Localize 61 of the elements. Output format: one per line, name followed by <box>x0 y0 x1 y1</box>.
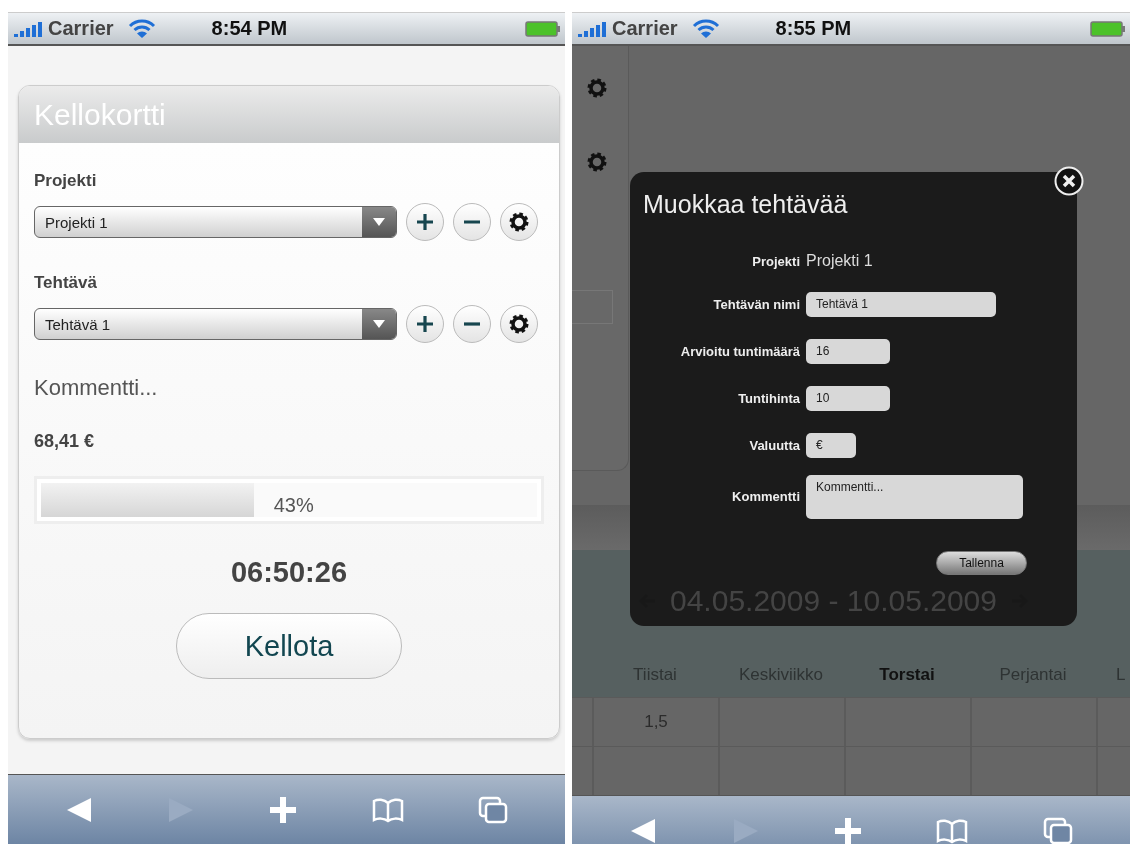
settings-button[interactable] <box>500 305 538 343</box>
pages-icon[interactable] <box>1042 816 1073 844</box>
field-label: Tuntihinta <box>737 391 800 406</box>
field-value: Projekti 1 <box>806 252 873 270</box>
comment-text[interactable]: Kommentti... <box>34 375 559 401</box>
remove-button[interactable] <box>453 305 491 343</box>
book-icon[interactable] <box>936 817 969 844</box>
add-button[interactable] <box>406 305 444 343</box>
input-field[interactable]: 16 <box>806 339 890 364</box>
close-icon[interactable] <box>1054 166 1084 196</box>
table-cell: 1,5 <box>592 698 718 746</box>
back-icon[interactable] <box>65 795 94 824</box>
book-icon[interactable] <box>371 796 404 823</box>
field-label: Tehtävä <box>34 273 98 293</box>
minus-icon <box>463 220 481 224</box>
progress-reading: 43% <box>273 494 314 517</box>
input-field[interactable]: 10 <box>806 386 890 411</box>
column-header: Torstai <box>878 664 936 685</box>
carrier-name: Carrier <box>48 17 114 40</box>
input-field[interactable]: € <box>806 433 856 458</box>
add-icon[interactable] <box>269 795 298 824</box>
plus-icon <box>416 315 434 333</box>
dialog-title: Muokkaa tehtävää <box>643 190 849 219</box>
timer-text: 06:50:26 <box>229 556 349 589</box>
status-time: 8:55 PM <box>775 17 852 40</box>
plus-icon <box>416 213 434 231</box>
field-label: Kommentti <box>731 489 800 504</box>
carrier-name: Carrier <box>612 17 678 40</box>
field-label: Tehtävän nimi <box>712 297 800 312</box>
field-label: Projekti <box>751 253 800 269</box>
input-field <box>572 290 613 324</box>
battery-icon <box>1090 20 1126 37</box>
clock-button[interactable]: Kellota <box>176 613 402 679</box>
field-label: Arvioitu tuntimäärä <box>679 344 800 359</box>
minus-icon <box>463 322 481 326</box>
input-field[interactable]: Kommentti... <box>806 475 1023 519</box>
dropdown-arrow-icon <box>373 319 385 329</box>
battery-icon <box>525 20 561 37</box>
add-button[interactable] <box>406 203 444 241</box>
status-time: 8:54 PM <box>211 17 288 40</box>
add-icon[interactable] <box>833 816 862 844</box>
back-icon[interactable] <box>629 816 658 844</box>
dropdown-select[interactable]: Tehtävä 1 <box>34 308 397 340</box>
remove-button[interactable] <box>453 203 491 241</box>
settings-button[interactable] <box>500 203 538 241</box>
signal-icon <box>14 20 44 37</box>
input-field[interactable]: Tehtävä 1 <box>806 292 996 317</box>
settings-icon <box>586 77 608 99</box>
wifi-icon <box>127 18 156 39</box>
wifi-icon <box>691 18 720 39</box>
settings-icon <box>586 151 608 173</box>
signal-icon <box>578 20 608 37</box>
field-label: Projekti <box>34 171 98 191</box>
amount-text: 68,41 € <box>34 431 96 452</box>
dropdown-select[interactable]: Projekti 1 <box>34 206 397 238</box>
field-label: Valuutta <box>748 438 800 453</box>
settings-icon <box>508 313 530 335</box>
dropdown-arrow-icon <box>373 217 385 227</box>
settings-icon <box>508 211 530 233</box>
pages-icon[interactable] <box>477 795 508 824</box>
save-button[interactable]: Tallenna <box>936 551 1027 575</box>
